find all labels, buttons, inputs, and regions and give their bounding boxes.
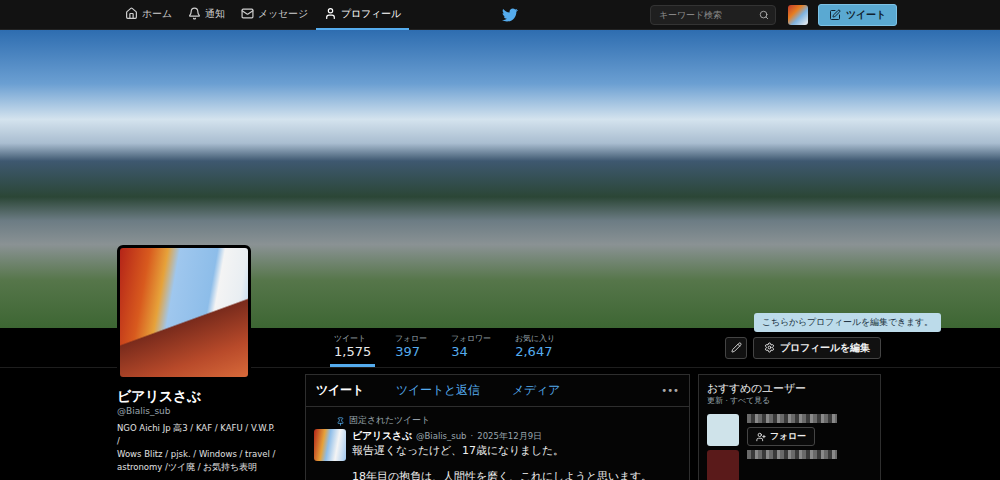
compose-icon (829, 9, 841, 21)
suggested-user: フォロー (707, 414, 872, 446)
nav-item[interactable]: メッセージ (233, 0, 316, 30)
timeline: ツイート ツイートと返信 メディア ••• 固定されたツイートビアリスさぶ @Bialis… (305, 374, 690, 480)
timeline-tab[interactable]: メディア (512, 382, 560, 399)
pencil-button[interactable] (725, 337, 747, 359)
twitter-bird-icon[interactable] (502, 8, 518, 22)
profile-card: ビアリスさぶ@Bialis_sub NGO Aichi Jp 高3 / KAF /… (117, 374, 297, 480)
blurred-name (747, 450, 837, 459)
suggested-user (707, 450, 872, 480)
stat-value: 1,575 (334, 344, 371, 359)
nav-item-icon (324, 7, 337, 20)
main-columns: ビアリスさぶ@Bialis_subNGO Aichi Jp 高3 / KAF /… (117, 368, 881, 480)
nav-item-icon (241, 7, 254, 20)
stat-value: 2,647 (515, 344, 555, 359)
search-box[interactable] (650, 5, 776, 25)
stat-item[interactable]: お気に入り2,647 (511, 328, 559, 367)
stat-value: 397 (395, 344, 427, 359)
edit-tooltip: こちらからプロフィールを編集できます。 (754, 313, 941, 332)
nav-item-icon (125, 7, 138, 20)
stat-label: お気に入り (515, 333, 555, 344)
profile-avatar[interactable] (117, 245, 251, 380)
user-avatar[interactable] (707, 450, 739, 480)
nav-item[interactable]: プロフィール (316, 0, 409, 30)
profile-name[interactable]: ビアリスさぶ (117, 388, 297, 406)
nav-item[interactable]: ホーム (117, 0, 180, 30)
gear-icon (764, 342, 775, 353)
tweet-dot: · (471, 431, 474, 441)
follow-button[interactable]: フォロー (747, 427, 815, 446)
nav-item[interactable]: 通知 (180, 0, 233, 30)
profile-page: ホーム通知メッセージプロフィールツイートこちらからプロフィールを編集できます。ツ… (0, 0, 1000, 480)
search-input[interactable] (657, 9, 755, 21)
stat-label: フォロー (395, 333, 427, 344)
stats-list: ツイート1,575 フォロー397 フォロワー34 お気に入り2,647 (305, 328, 559, 367)
nav-logo (409, 8, 650, 22)
tweet-row: ビアリスさぶ @Bialis_sub ·2025年12月9日報告遅くなったけど、17… (314, 429, 681, 480)
stats-bar: こちらからプロフィールを編集できます。ツイート1,575フォロー397フォロワー… (0, 328, 1000, 368)
tweet[interactable]: 固定されたツイートビアリスさぶ @Bialis_sub ·2025年12月9日報告遅… (306, 407, 689, 480)
bio-line: Wows Blitz / pjsk. / Windows / travel / (117, 448, 297, 461)
blurred-name (747, 414, 837, 423)
nav-item-label: プロフィール (341, 7, 401, 21)
user-info: フォロー (747, 414, 837, 446)
pin-icon (336, 417, 345, 426)
tweet-text: 報告遅くなったけど、17歳になりました。 (352, 443, 652, 458)
follow-icon (756, 432, 766, 442)
nav-item-label: ホーム (142, 7, 172, 21)
timeline-tab[interactable]: ツイートと返信 (396, 382, 480, 399)
suggestions: おすすめのユーザー更新 · すべて見るフォロー (698, 374, 881, 480)
bio-line: NGO Aichi Jp 高3 / KAF / KAFU / V.W.P. (117, 422, 297, 435)
suggestions-links[interactable]: 更新 · すべて見る (707, 396, 872, 406)
bio-line: / (117, 435, 297, 448)
more-button[interactable]: ••• (661, 385, 679, 396)
search-icon[interactable] (759, 10, 769, 20)
bio-line: astronomy /ツイ廃 / お気持ち表明 (117, 461, 297, 474)
top-nav-inner: ホーム 通知 メッセージ プロフィール ツイート (117, 0, 897, 29)
pencil-icon (731, 342, 742, 353)
nav-item-label: 通知 (205, 7, 225, 21)
user-info (747, 450, 837, 480)
stat-item[interactable]: フォロワー34 (447, 328, 495, 367)
timeline-tabs: ツイート ツイートと返信 メディア ••• (306, 375, 689, 407)
profile-handle[interactable]: @Bialis_sub (117, 406, 297, 416)
stat-item[interactable]: フォロー397 (391, 328, 431, 367)
tweet-body: ビアリスさぶ @Bialis_sub ·2025年12月9日報告遅くなったけど、17… (352, 429, 652, 480)
tweet-handle[interactable]: @Bialis_sub (416, 431, 467, 441)
edit-actions: プロフィールを編集 (725, 337, 881, 359)
stat-label: フォロワー (451, 333, 491, 344)
stats-bar-inner: こちらからプロフィールを編集できます。ツイート1,575フォロー397フォロワー… (117, 328, 881, 367)
user-avatar[interactable] (707, 414, 739, 446)
tweet-text (352, 458, 652, 469)
tweet-date[interactable]: 2025年12月9日 (477, 431, 542, 443)
stat-item[interactable]: ツイート1,575 (330, 328, 375, 367)
stat-value: 34 (451, 344, 491, 359)
tweet-avatar[interactable] (314, 429, 346, 461)
tweet-text: 18年目の抱負は、人間性を磨く、これにしようと思います。 (352, 469, 652, 480)
top-nav: ホーム 通知 メッセージ プロフィール ツイート (0, 0, 1000, 30)
pinned-label: 固定されたツイート (314, 415, 681, 427)
timeline-tab[interactable]: ツイート (316, 382, 364, 399)
tweet-button[interactable]: ツイート (818, 4, 897, 26)
tweet-name[interactable]: ビアリスさぶ (352, 429, 412, 443)
nav-avatar[interactable] (788, 5, 808, 25)
suggestions-title: おすすめのユーザー (707, 381, 872, 396)
nav-item-label: メッセージ (258, 7, 308, 21)
stat-label: ツイート (334, 333, 371, 344)
tweet-header: ビアリスさぶ @Bialis_sub ·2025年12月9日 (352, 429, 652, 443)
nav-item-icon (188, 7, 201, 20)
edit-profile-button[interactable]: プロフィールを編集 (753, 337, 881, 359)
